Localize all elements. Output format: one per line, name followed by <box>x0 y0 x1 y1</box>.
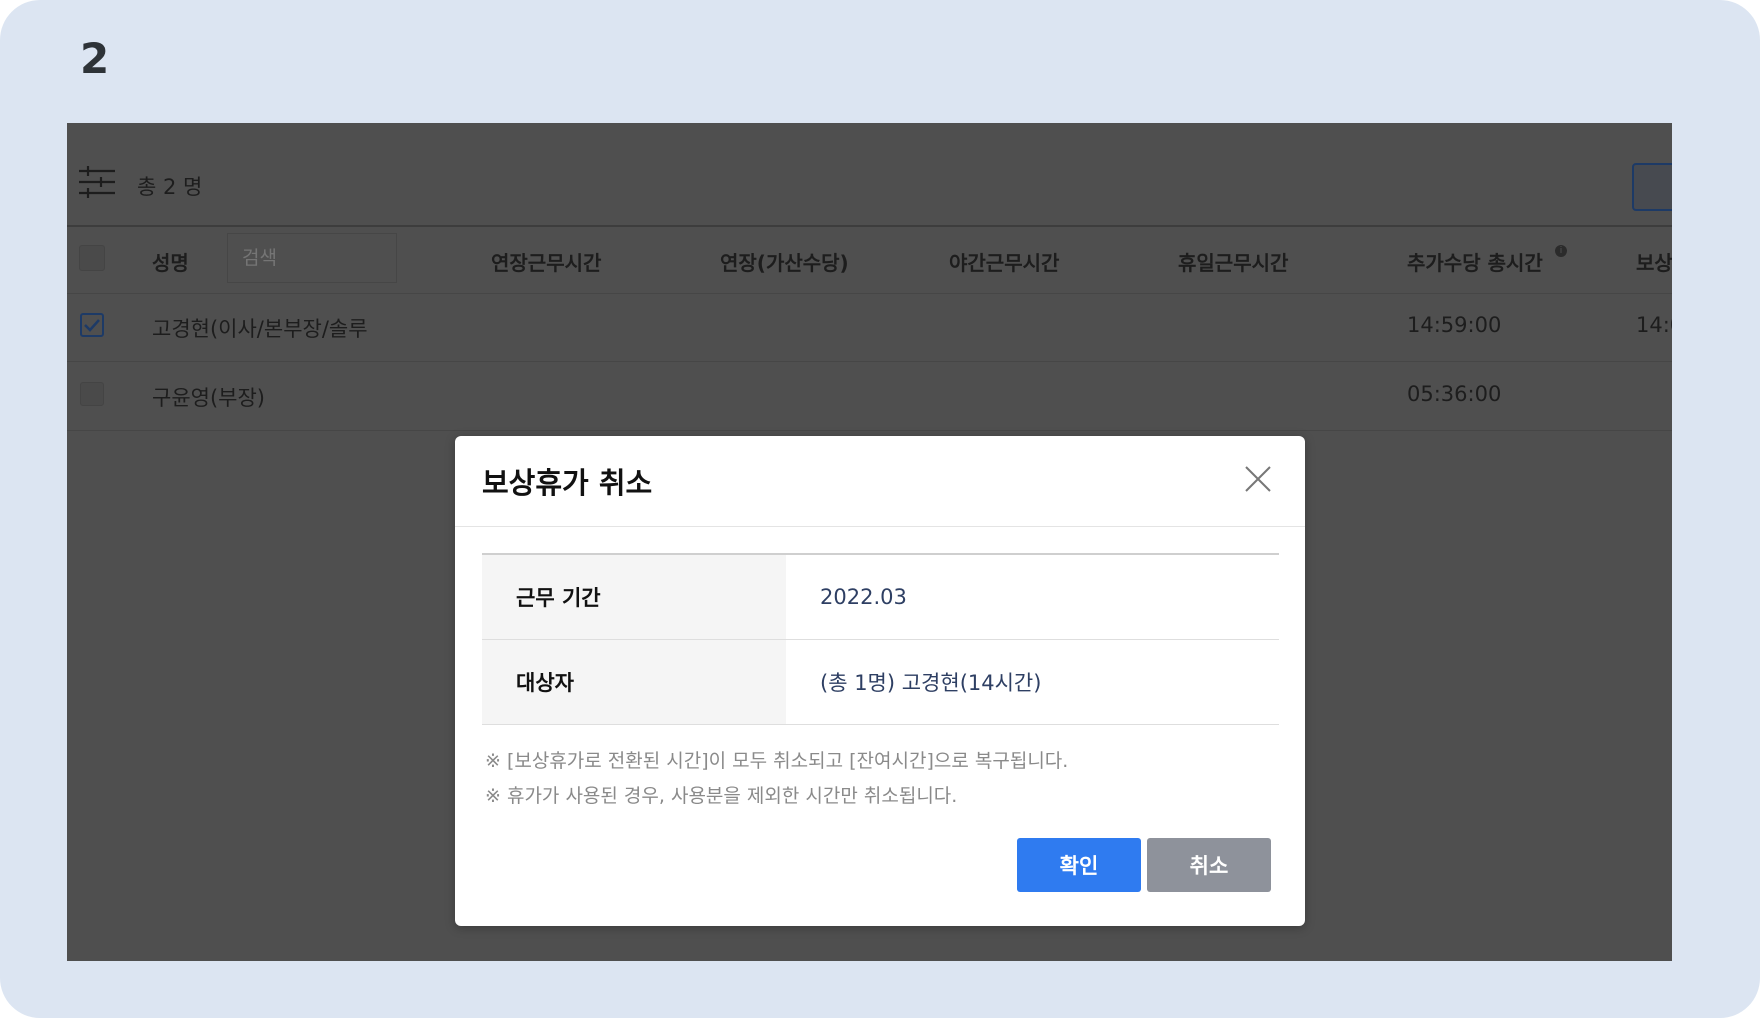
info-icon[interactable]: i <box>1555 245 1567 257</box>
modal-title: 보상휴가 취소 <box>482 466 653 500</box>
info-row-work-period: 근무 기간 2022.03 <box>482 555 1279 640</box>
name-search-input[interactable] <box>227 233 397 283</box>
work-period-value: 2022.03 <box>820 585 907 609</box>
work-period-label: 근무 기간 <box>482 555 786 639</box>
column-header-name[interactable]: 성명 <box>152 247 189 276</box>
table-row[interactable]: 구윤영(부장) 05:36:00 <box>67 362 1672 431</box>
target-value: (총 1명) 고경현(14시간) <box>820 671 1042 695</box>
note-line: ※ [보상휴가로 전환된 시간]이 모두 취소되고 [잔여시간]으로 복구됩니다… <box>485 750 1069 772</box>
cancel-compensatory-leave-modal: 보상휴가 취소 근무 기간 2022.03 대상자 (총 1명) 고경현(14시… <box>455 436 1305 926</box>
confirm-button[interactable]: 확인 <box>1017 838 1141 892</box>
column-header-total-extra[interactable]: 추가수당 총시간 <box>1407 247 1543 276</box>
total-count: 총 2 명 <box>137 175 203 199</box>
modal-header: 보상휴가 취소 <box>455 436 1305 527</box>
compensation-time: 14:0 <box>1636 313 1672 337</box>
total-extra-time: 05:36:00 <box>1407 382 1502 406</box>
column-header-holiday-work[interactable]: 휴일근무시간 <box>1178 247 1288 276</box>
total-extra-time: 14:59:00 <box>1407 313 1502 337</box>
filter-sliders-icon[interactable] <box>79 165 115 199</box>
close-icon[interactable] <box>1241 462 1275 496</box>
step-number: 2 <box>80 34 110 83</box>
table-header-row: 성명 연장근무시간 연장(가산수당) 야간근무시간 휴일근무시간 추가수당 총시… <box>67 225 1672 294</box>
target-label: 대상자 <box>482 640 786 724</box>
table-row[interactable]: 고경현(이사/본부장/솔루 14:59:00 14:0 <box>67 293 1672 362</box>
select-all-checkbox[interactable] <box>79 245 105 271</box>
notes: ※ [보상휴가로 전환된 시간]이 모두 취소되고 [잔여시간]으로 복구됩니다… <box>485 744 1068 814</box>
column-header-compensation[interactable]: 보상 <box>1636 247 1672 276</box>
info-table: 근무 기간 2022.03 대상자 (총 1명) 고경현(14시간) <box>482 553 1279 725</box>
top-right-button[interactable] <box>1632 163 1672 211</box>
row-checkbox[interactable] <box>80 382 104 406</box>
check-icon <box>84 319 100 332</box>
app-screen-dimmed: 총 2 명 성명 연장근무시간 연장(가산수당) 야간근무시간 휴일근무시간 추… <box>67 123 1672 961</box>
column-header-night-work[interactable]: 야간근무시간 <box>949 247 1059 276</box>
column-header-overtime-premium[interactable]: 연장(가산수당) <box>720 247 849 276</box>
employee-name: 고경현(이사/본부장/솔루 <box>152 317 368 341</box>
note-line: ※ 휴가가 사용된 경우, 사용분을 제외한 시간만 취소됩니다. <box>485 785 958 807</box>
row-checkbox-checked[interactable] <box>80 313 104 337</box>
toolbar: 총 2 명 <box>67 123 1672 227</box>
info-row-target: 대상자 (총 1명) 고경현(14시간) <box>482 640 1279 725</box>
column-header-overtime[interactable]: 연장근무시간 <box>491 247 601 276</box>
employee-name: 구윤영(부장) <box>152 386 265 410</box>
cancel-button[interactable]: 취소 <box>1147 838 1271 892</box>
tutorial-card: 2 총 2 명 성명 연장근무시간 연장(가산수당) 야간근무시간 휴일근무시간… <box>0 0 1760 1018</box>
